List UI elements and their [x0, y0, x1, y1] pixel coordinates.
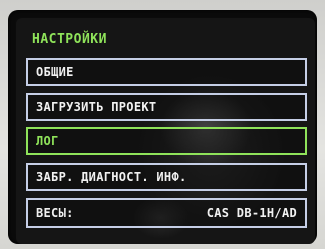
menu-item-label: ОБЩИЕ — [36, 65, 74, 79]
menu-item-diagnostic-info[interactable]: ЗАБР. ДИАГНОСТ. ИНФ. — [26, 163, 307, 191]
menu-item-general[interactable]: ОБЩИЕ — [26, 58, 307, 86]
menu-item-load-project[interactable]: ЗАГРУЗИТЬ ПРОЕКТ — [26, 93, 307, 121]
page-title: НАСТРОЙКИ — [32, 32, 107, 47]
menu-item-label: ЗАБР. ДИАГНОСТ. ИНФ. — [36, 170, 187, 184]
display-screen: НАСТРОЙКИ ОБЩИЕ ЗАГРУЗИТЬ ПРОЕКТ ЛОГ ЗАБ… — [16, 18, 315, 244]
menu-item-scales[interactable]: ВЕСЫ: CAS DB-1H/AD — [26, 198, 307, 228]
menu-item-label: ЛОГ — [36, 134, 59, 148]
scales-model-value: CAS DB-1H/AD — [206, 206, 297, 220]
menu-item-label: ЗАГРУЗИТЬ ПРОЕКТ — [36, 100, 157, 114]
menu-item-log[interactable]: ЛОГ — [26, 127, 307, 155]
device-body: НАСТРОЙКИ ОБЩИЕ ЗАГРУЗИТЬ ПРОЕКТ ЛОГ ЗАБ… — [0, 0, 325, 249]
menu-item-label: ВЕСЫ: — [36, 206, 74, 220]
